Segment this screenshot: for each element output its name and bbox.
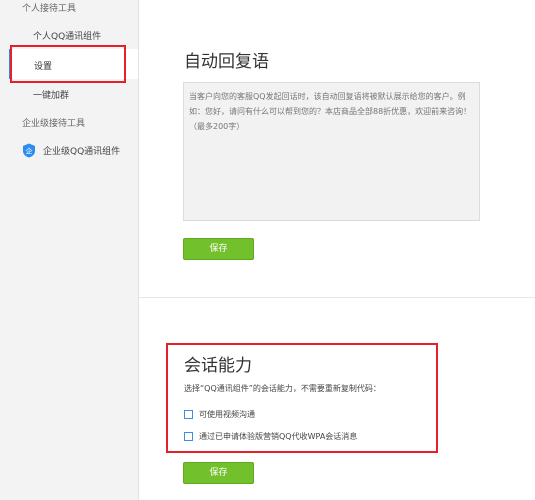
sidebar-item-enterprise-qq-label: 企业级QQ通讯组件: [43, 147, 121, 157]
session-highlight-box: [166, 343, 438, 453]
section-divider: [139, 297, 535, 298]
session-save-button[interactable]: 保存: [183, 462, 254, 484]
sidebar-section-personal: 个人接待工具: [22, 4, 77, 14]
sidebar-item-join-group[interactable]: 一键加群: [33, 88, 69, 101]
shield-icon: 企: [23, 143, 35, 158]
auto-reply-textarea[interactable]: [183, 82, 480, 221]
svg-text:企: 企: [26, 146, 33, 155]
save-button[interactable]: 保存: [183, 238, 254, 260]
auto-reply-title: 自动回复语: [184, 52, 269, 72]
sidebar-item-qq-component[interactable]: 个人QQ通讯组件: [33, 29, 101, 42]
sidebar-section-enterprise: 企业级接待工具: [22, 119, 86, 129]
settings-highlight-box: [10, 45, 126, 83]
sidebar-item-enterprise-qq[interactable]: 企 企业级QQ通讯组件: [22, 143, 120, 158]
